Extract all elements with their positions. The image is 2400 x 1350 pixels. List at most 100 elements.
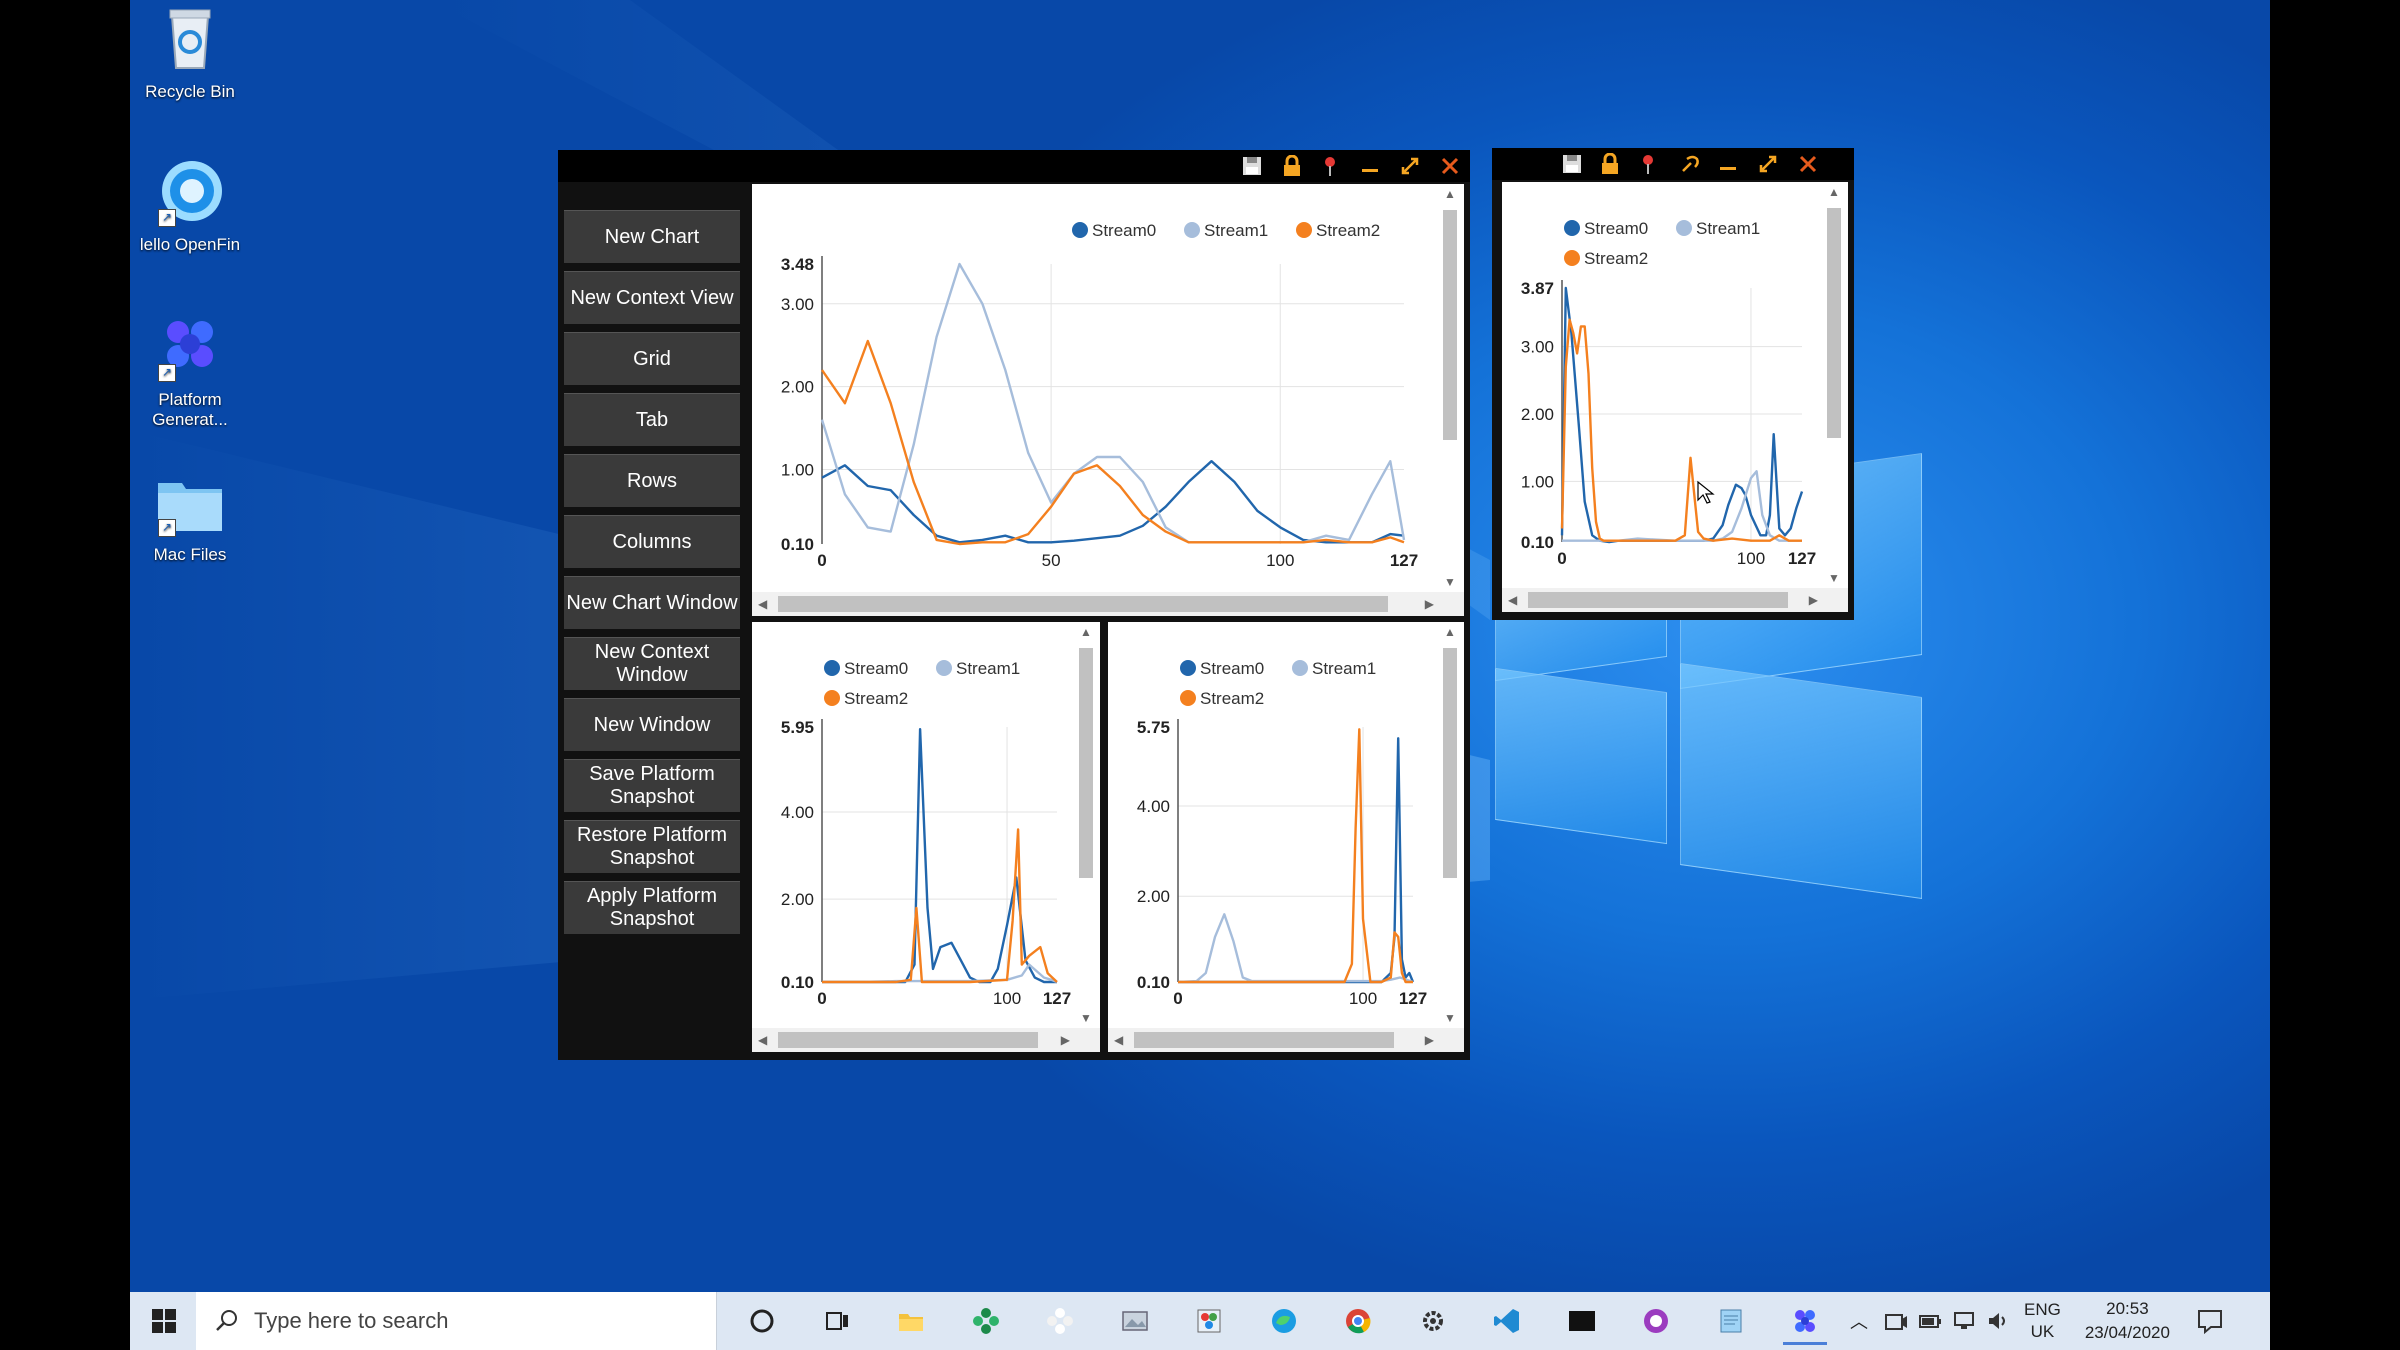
lock-icon[interactable] xyxy=(1278,154,1306,178)
chart-window-titlebar[interactable] xyxy=(1492,148,1854,180)
meet-now-icon[interactable] xyxy=(1884,1310,1908,1332)
notepad-taskbar-button[interactable] xyxy=(1709,1300,1753,1342)
scroll-left-arrow-icon[interactable]: ◀ xyxy=(758,598,767,610)
scrollbar-thumb[interactable] xyxy=(778,1032,1038,1048)
horizontal-scrollbar[interactable]: ◀ ▶ xyxy=(1502,588,1848,612)
minimize-icon[interactable] xyxy=(1356,154,1384,178)
new-chart-button[interactable]: New Chart xyxy=(564,210,740,263)
new-window-button[interactable]: New Window xyxy=(564,698,740,751)
clock[interactable]: 20:53 23/04/2020 xyxy=(2085,1297,2170,1345)
volume-icon[interactable] xyxy=(1986,1310,2010,1332)
close-icon[interactable] xyxy=(1436,154,1464,178)
vertical-scrollbar[interactable]: ▲ ▼ xyxy=(1440,622,1460,1028)
openfin-white-taskbar-button[interactable] xyxy=(1038,1300,1082,1342)
maximize-icon[interactable] xyxy=(1396,154,1424,178)
apply-platform-snapshot-button[interactable]: Apply Platform Snapshot xyxy=(564,881,740,934)
scroll-right-arrow-icon[interactable]: ▶ xyxy=(1809,594,1818,606)
battery-icon[interactable] xyxy=(1918,1310,1942,1332)
legend-label[interactable]: Stream2 xyxy=(1316,221,1380,240)
desktop-icon-openfin[interactable]: ↗ lello OpenFin xyxy=(130,155,250,255)
photos-taskbar-button[interactable] xyxy=(1113,1300,1157,1342)
scrollbar-thumb[interactable] xyxy=(1134,1032,1394,1048)
scroll-up-arrow-icon[interactable]: ▲ xyxy=(1828,186,1840,198)
settings-taskbar-button[interactable] xyxy=(1411,1300,1455,1342)
paint-taskbar-button[interactable] xyxy=(1187,1300,1231,1342)
legend-label[interactable]: Stream1 xyxy=(1312,659,1376,678)
save-platform-snapshot-button[interactable]: Save Platform Snapshot xyxy=(564,759,740,812)
scrollbar-thumb[interactable] xyxy=(1827,208,1841,438)
horizontal-scrollbar[interactable]: ◀ ▶ xyxy=(752,592,1464,616)
scroll-up-arrow-icon[interactable]: ▲ xyxy=(1080,626,1092,638)
scroll-down-arrow-icon[interactable]: ▼ xyxy=(1444,1012,1456,1024)
chevron-up-icon[interactable]: ︿ xyxy=(1850,1308,1868,1334)
desktop-icon-mac-files[interactable]: ↗ Mac Files xyxy=(130,465,250,565)
file-explorer-taskbar-button[interactable] xyxy=(889,1300,933,1342)
link-icon[interactable] xyxy=(1676,152,1704,176)
legend-label[interactable]: Stream0 xyxy=(1200,659,1264,678)
vertical-scrollbar[interactable]: ▲ ▼ xyxy=(1076,622,1096,1028)
save-icon[interactable] xyxy=(1558,152,1586,176)
rows-button[interactable]: Rows xyxy=(564,454,740,507)
scroll-left-arrow-icon[interactable]: ◀ xyxy=(758,1034,767,1046)
grid-button[interactable]: Grid xyxy=(564,332,740,385)
scroll-left-arrow-icon[interactable]: ◀ xyxy=(1508,594,1517,606)
desktop-icon-platform-generator[interactable]: ↗ Platform Generat... xyxy=(130,310,250,430)
vertical-scrollbar[interactable]: ▲ ▼ xyxy=(1440,184,1460,592)
close-icon[interactable] xyxy=(1794,152,1822,176)
platform-generator-taskbar-button[interactable] xyxy=(1783,1300,1827,1345)
legend-label[interactable]: Stream2 xyxy=(1584,249,1648,268)
legend-label[interactable]: Stream0 xyxy=(1092,221,1156,240)
new-context-window-button[interactable]: New Context Window xyxy=(564,637,740,690)
notifications-icon[interactable] xyxy=(2196,1308,2224,1334)
scroll-right-arrow-icon[interactable]: ▶ xyxy=(1425,598,1434,610)
language-indicator[interactable]: ENG UK xyxy=(2024,1299,2061,1343)
legend-label[interactable]: Stream2 xyxy=(844,689,908,708)
scroll-right-arrow-icon[interactable]: ▶ xyxy=(1061,1034,1070,1046)
new-context-view-button[interactable]: New Context View xyxy=(564,271,740,324)
legend-label[interactable]: Stream2 xyxy=(1200,689,1264,708)
minimize-icon[interactable] xyxy=(1714,152,1742,176)
scrollbar-thumb[interactable] xyxy=(1443,210,1457,440)
pin-icon[interactable] xyxy=(1316,154,1344,178)
save-icon[interactable] xyxy=(1238,154,1266,178)
vscode-taskbar-button[interactable] xyxy=(1485,1300,1529,1342)
edge-taskbar-button[interactable] xyxy=(1262,1300,1306,1342)
github-taskbar-button[interactable] xyxy=(1634,1300,1678,1342)
scroll-up-arrow-icon[interactable]: ▲ xyxy=(1444,188,1456,200)
scrollbar-thumb[interactable] xyxy=(1528,592,1788,608)
legend-label[interactable]: Stream0 xyxy=(1584,219,1648,238)
legend-label[interactable]: Stream1 xyxy=(956,659,1020,678)
scroll-down-arrow-icon[interactable]: ▼ xyxy=(1828,572,1840,584)
terminal-taskbar-button[interactable] xyxy=(1560,1300,1604,1342)
cortana-taskbar-button[interactable] xyxy=(740,1300,784,1342)
restore-platform-snapshot-button[interactable]: Restore Platform Snapshot xyxy=(564,820,740,873)
scrollbar-thumb[interactable] xyxy=(778,596,1388,612)
main-window-titlebar[interactable] xyxy=(558,150,1470,182)
scrollbar-thumb[interactable] xyxy=(1079,648,1093,878)
legend-label[interactable]: Stream0 xyxy=(844,659,908,678)
vertical-scrollbar[interactable]: ▲ ▼ xyxy=(1824,182,1844,588)
lock-icon[interactable] xyxy=(1596,152,1624,176)
task-view-taskbar-button[interactable] xyxy=(815,1300,859,1342)
columns-button[interactable]: Columns xyxy=(564,515,740,568)
maximize-icon[interactable] xyxy=(1754,152,1782,176)
legend-label[interactable]: Stream1 xyxy=(1204,221,1268,240)
openfin-green-taskbar-button[interactable] xyxy=(964,1300,1008,1342)
horizontal-scrollbar[interactable]: ◀ ▶ xyxy=(1108,1028,1464,1052)
scroll-up-arrow-icon[interactable]: ▲ xyxy=(1444,626,1456,638)
tab-button[interactable]: Tab xyxy=(564,393,740,446)
scroll-down-arrow-icon[interactable]: ▼ xyxy=(1080,1012,1092,1024)
scroll-right-arrow-icon[interactable]: ▶ xyxy=(1425,1034,1434,1046)
scrollbar-thumb[interactable] xyxy=(1443,648,1457,878)
horizontal-scrollbar[interactable]: ◀ ▶ xyxy=(752,1028,1100,1052)
scroll-left-arrow-icon[interactable]: ◀ xyxy=(1114,1034,1123,1046)
scroll-down-arrow-icon[interactable]: ▼ xyxy=(1444,576,1456,588)
legend-label[interactable]: Stream1 xyxy=(1696,219,1760,238)
pin-icon[interactable] xyxy=(1634,152,1662,176)
new-chart-window-button[interactable]: New Chart Window xyxy=(564,576,740,629)
desktop-icon-recycle-bin[interactable]: Recycle Bin xyxy=(130,2,250,102)
chrome-taskbar-button[interactable] xyxy=(1336,1300,1380,1342)
taskbar-search[interactable]: Type here to search xyxy=(196,1292,717,1350)
start-button[interactable] xyxy=(142,1300,186,1342)
network-icon[interactable] xyxy=(1952,1310,1976,1332)
